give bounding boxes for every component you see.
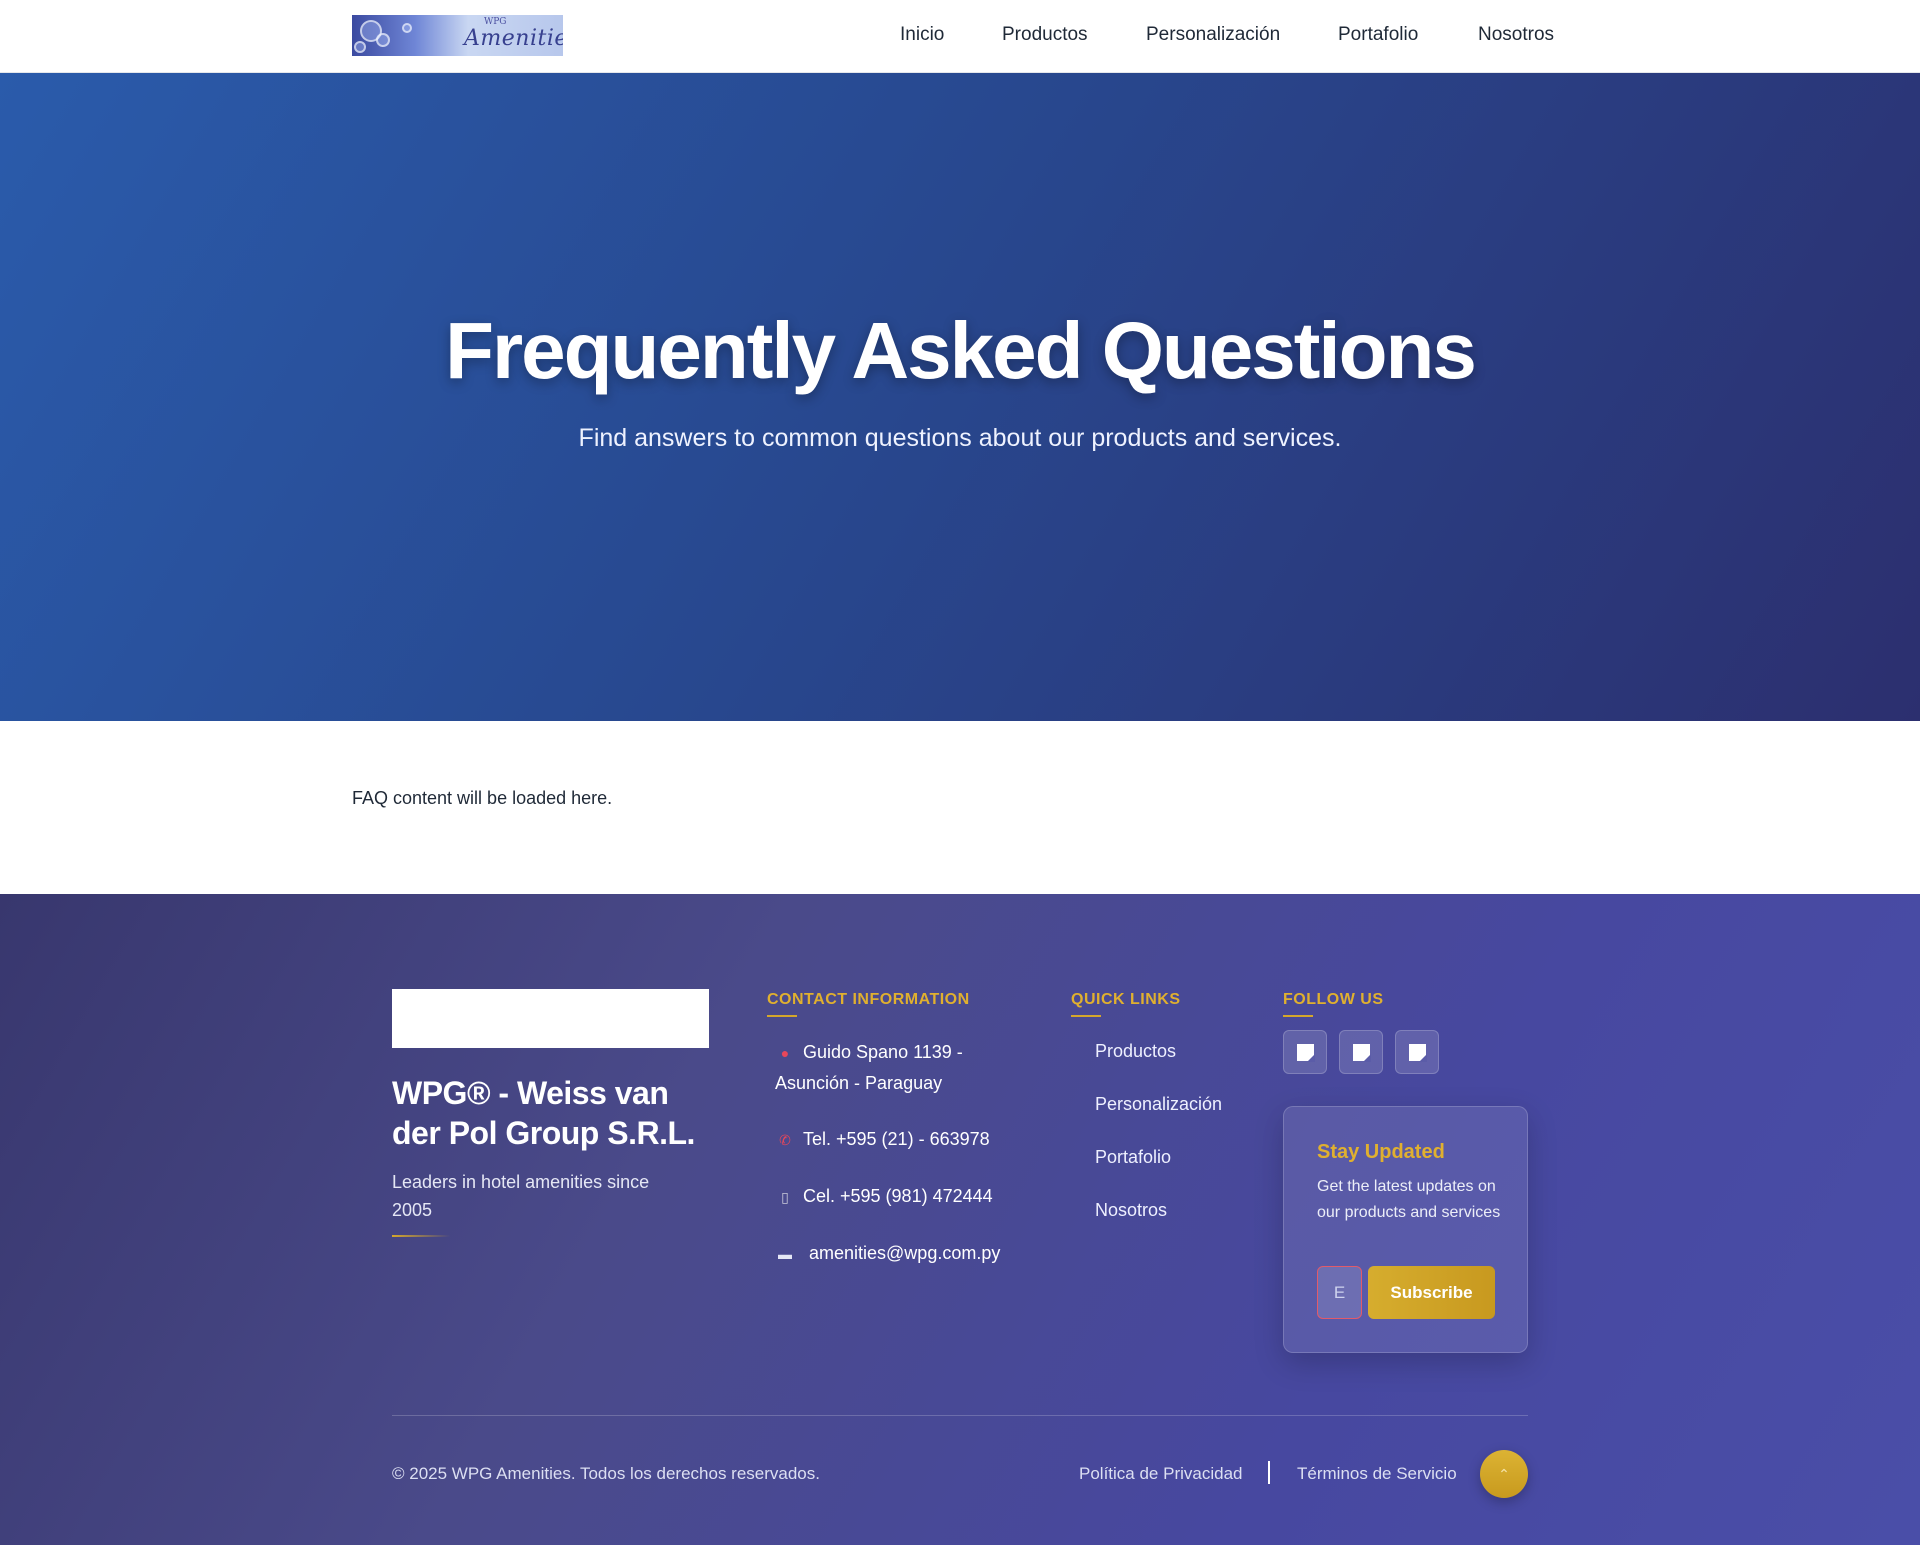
contact-email-text[interactable]: amenities@wpg.com.py <box>809 1243 1000 1263</box>
faq-content-placeholder: FAQ content will be loaded here. <box>352 788 613 808</box>
site-header: WPG Amenities Inicio Productos Personali… <box>0 0 1920 73</box>
footer-divider <box>392 1415 1528 1416</box>
chevron-up-icon: ⌃ <box>1498 1466 1510 1482</box>
contact-mobile: ▯ Cel. +595 (981) 472444 <box>775 1181 993 1212</box>
subscribe-button[interactable]: Subscribe <box>1368 1266 1495 1319</box>
broken-image-icon <box>1409 1044 1427 1062</box>
broken-image-icon <box>1297 1044 1315 1062</box>
newsletter-title: Stay Updated <box>1317 1141 1445 1163</box>
quick-links-heading: QUICK LINKS <box>1071 991 1181 1008</box>
nav-item-nosotros[interactable]: Nosotros <box>1478 24 1554 46</box>
nav-item-productos[interactable]: Productos <box>1002 24 1088 46</box>
bubble-decoration <box>376 33 390 47</box>
nav-item-personalizacion[interactable]: Personalización <box>1146 24 1280 46</box>
contact-email[interactable]: ▬ amenities@wpg.com.py <box>775 1238 1000 1269</box>
contact-address-text: Guido Spano 1139 - Asunción - Paraguay <box>775 1042 963 1093</box>
copyright-text: © 2025 WPG Amenities. Todos los derechos… <box>392 1464 820 1483</box>
newsletter-card: Stay Updated Get the latest updates on o… <box>1283 1106 1528 1353</box>
contact-heading: CONTACT INFORMATION <box>767 991 970 1008</box>
follow-heading-line <box>1283 1015 1313 1017</box>
nav-item-portafolio[interactable]: Portafolio <box>1338 24 1418 46</box>
quick-link-nosotros[interactable]: Nosotros <box>1095 1200 1167 1221</box>
legal-separator <box>1268 1461 1270 1484</box>
site-footer: WPG® - Weiss van der Pol Group S.R.L. Le… <box>0 894 1920 1545</box>
quick-link-productos[interactable]: Productos <box>1095 1041 1176 1062</box>
quick-link-personalizacion[interactable]: Personalización <box>1095 1094 1222 1115</box>
mobile-phone-icon: ▯ <box>781 1189 789 1205</box>
wpg-amenities-logo[interactable]: WPG Amenities <box>352 15 563 56</box>
hero-section: Frequently Asked Questions Find answers … <box>0 73 1920 721</box>
contact-mobile-text: Cel. +595 (981) 472444 <box>803 1186 993 1206</box>
logo-text: Amenities <box>464 26 563 51</box>
privacy-policy-link[interactable]: Política de Privacidad <box>1079 1464 1242 1484</box>
bubble-decoration <box>402 23 412 33</box>
social-icon-3[interactable] <box>1395 1030 1439 1074</box>
footer-company-name: WPG® - Weiss van der Pol Group S.R.L. <box>392 1075 695 1151</box>
broken-image-icon <box>1353 1044 1371 1062</box>
phone-icon: ✆ <box>779 1132 791 1148</box>
footer-tagline-underline <box>392 1235 450 1237</box>
contact-phone: ✆ Tel. +595 (21) - 663978 <box>775 1124 990 1155</box>
back-to-top-button[interactable]: ⌃ <box>1480 1450 1528 1498</box>
footer-logo <box>392 989 709 1048</box>
newsletter-description: Get the latest updates on our products a… <box>1317 1178 1501 1221</box>
nav-item-inicio[interactable]: Inicio <box>900 24 944 46</box>
page-title: Frequently Asked Questions <box>445 306 1477 395</box>
follow-heading: FOLLOW US <box>1283 991 1384 1008</box>
social-icon-1[interactable] <box>1283 1030 1327 1074</box>
contact-heading-line <box>767 1015 797 1017</box>
page-subtitle: Find answers to common questions about o… <box>578 424 1342 452</box>
social-icon-2[interactable] <box>1339 1030 1383 1074</box>
contact-phone-text: Tel. +595 (21) - 663978 <box>803 1129 990 1149</box>
footer-tagline: Leaders in hotel amenities since 2005 <box>392 1172 650 1220</box>
newsletter-email-input[interactable]: E <box>1317 1266 1362 1319</box>
bubble-decoration <box>354 41 366 53</box>
terms-of-service-link[interactable]: Términos de Servicio <box>1297 1464 1457 1484</box>
contact-address: ● Guido Spano 1139 - Asunción - Paraguay <box>775 1037 1015 1098</box>
map-pin-icon: ● <box>780 1045 790 1061</box>
envelope-icon: ▬ <box>778 1246 792 1262</box>
quick-links-heading-line <box>1071 1015 1101 1017</box>
quick-link-portafolio[interactable]: Portafolio <box>1095 1147 1171 1168</box>
